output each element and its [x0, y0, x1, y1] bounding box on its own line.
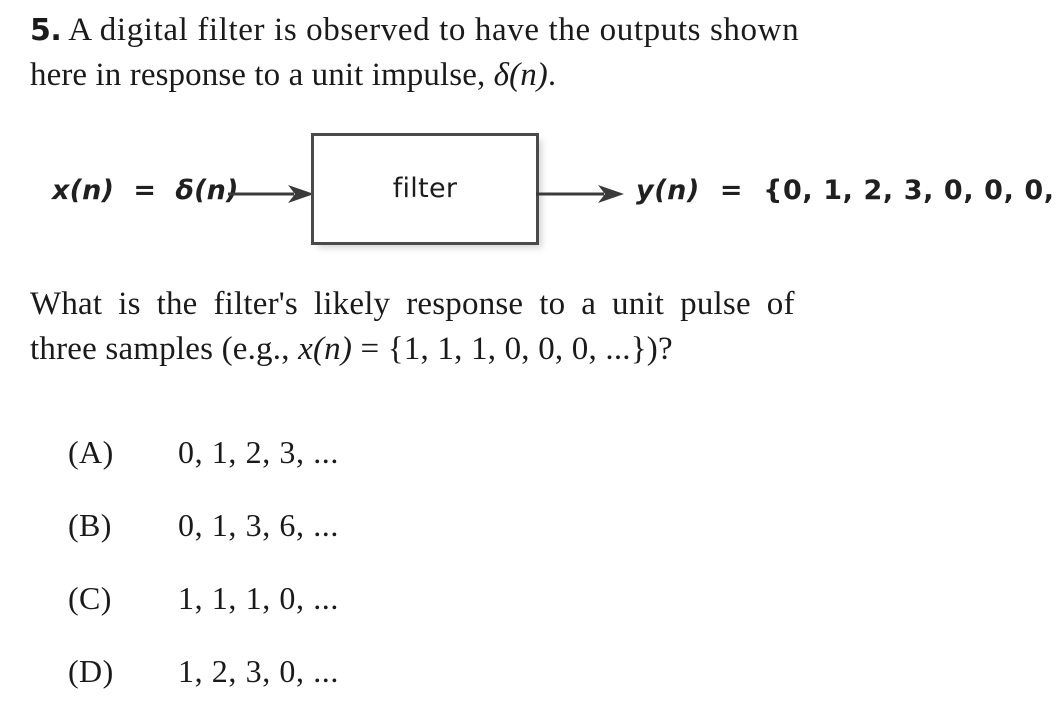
stem-text-line-2-prefix: here in response to a unit impulse, [30, 57, 494, 93]
question-line-2-prefix: three samples (e.g., [30, 331, 299, 367]
input-arrow [228, 183, 314, 205]
filter-block-label: filter [392, 172, 458, 204]
stem-line-1: 5. A digital filter is observed to have t… [30, 8, 1046, 53]
stem-text-line-1: A digital filter is observed to have the… [68, 12, 800, 48]
input-equals-sign: = [123, 175, 166, 206]
option-letter-b: (B) [68, 507, 112, 543]
output-arrow [536, 183, 624, 205]
question-body: What is the filter's likely response to … [30, 282, 1044, 372]
option-row-d[interactable]: (D) 1, 2, 3, 0, ... [68, 635, 828, 708]
option-value-b: 0, 1, 3, 6, ... [178, 507, 339, 543]
option-row-a[interactable]: (A) 0, 1, 2, 3, ... [68, 416, 828, 489]
diagram-input-label: x(n) = δ(n) [52, 175, 239, 206]
output-equals-sign: = [709, 175, 754, 206]
input-sequence-symbol: x(n) [298, 331, 353, 367]
exam-question-page: 5. A digital filter is observed to have t… [0, 0, 1056, 708]
stem-line-2: here in response to a unit impulse, δ(n)… [30, 53, 1046, 97]
question-number: 5. [30, 13, 62, 48]
option-letter-a: (A) [68, 434, 114, 470]
output-signal-symbol: y(n) [636, 175, 700, 206]
output-sequence-value: {0, 1, 2, 3, 0, 0, 0, ...} [763, 175, 1056, 206]
option-value-a: 0, 1, 2, 3, ... [178, 434, 339, 470]
question-line-1: What is the filter's likely response to … [30, 286, 795, 322]
option-letter-c: (C) [68, 580, 112, 616]
filter-block-diagram: x(n) = δ(n) filter y(n) = {0, 1, 2, 3, 0… [0, 118, 1056, 266]
option-letter-d: (D) [68, 653, 114, 689]
option-value-d: 1, 2, 3, 0, ... [178, 653, 339, 689]
input-signal-symbol: x(n) [52, 175, 115, 206]
question-line-2: three samples (e.g., x(n) = {1, 1, 1, 0,… [30, 327, 1044, 372]
question-line-2-suffix: = {1, 1, 1, 0, 0, 0, ...})? [352, 331, 673, 367]
question-stem: 5. A digital filter is observed to have t… [30, 8, 1046, 97]
option-value-c: 1, 1, 1, 0, ... [178, 580, 339, 616]
option-row-c[interactable]: (C) 1, 1, 1, 0, ... [68, 562, 828, 635]
option-row-b[interactable]: (B) 0, 1, 3, 6, ... [68, 489, 828, 562]
filter-block: filter [311, 133, 539, 245]
stem-text-line-2-suffix: . [547, 57, 557, 93]
answer-options-list: (A) 0, 1, 2, 3, ... (B) 0, 1, 3, 6, ... (C… [68, 416, 828, 708]
diagram-output-label: y(n) = {0, 1, 2, 3, 0, 0, 0, ...} [636, 175, 1056, 206]
impulse-symbol: δ(n) [493, 57, 548, 93]
